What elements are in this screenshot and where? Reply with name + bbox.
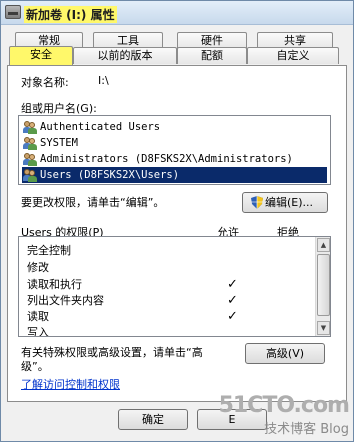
tab-previous-versions[interactable]: 以前的版本 bbox=[73, 47, 177, 64]
permission-row: 完全控制 bbox=[27, 244, 71, 257]
properties-window: 新加卷 (I:) 属性 常规 工具 硬件 共享 安全 以前的版本 配额 自定义 … bbox=[0, 0, 354, 442]
permission-row: 写入 bbox=[27, 326, 49, 337]
list-item[interactable]: SYSTEM bbox=[22, 135, 327, 151]
title-bar[interactable]: 新加卷 (I:) 属性 bbox=[1, 1, 353, 25]
allow-check: ✓ bbox=[227, 293, 238, 308]
special-permissions-hint-cont: 级”。 bbox=[21, 360, 49, 373]
change-permissions-hint: 要更改权限，请单击“编辑”。 bbox=[21, 196, 165, 209]
users-icon bbox=[23, 120, 37, 134]
learn-access-control-link[interactable]: 了解访问控制和权限 bbox=[21, 376, 120, 392]
object-name-label: 对象名称: bbox=[21, 76, 69, 89]
users-icon bbox=[23, 152, 37, 166]
tab-customize[interactable]: 自定义 bbox=[247, 47, 339, 64]
list-item-selected[interactable]: Users (D8FSKS2X\Users) bbox=[22, 167, 327, 183]
tab-quota[interactable]: 配额 bbox=[177, 47, 247, 64]
group-user-list[interactable]: Authenticated Users SYSTEM Administrator… bbox=[18, 115, 331, 185]
users-icon bbox=[23, 136, 37, 150]
scroll-up-arrow-icon[interactable]: ▲ bbox=[317, 238, 330, 252]
permissions-list[interactable]: 完全控制 修改 读取和执行 ✓ 列出文件夹内容 ✓ 读取 ✓ 写入 ▲ ▼ bbox=[18, 236, 331, 337]
advanced-button[interactable]: 高级(V) bbox=[245, 343, 325, 364]
shield-icon bbox=[251, 196, 263, 209]
edit-button[interactable]: 编辑(E)... bbox=[242, 192, 328, 213]
allow-check: ✓ bbox=[227, 277, 238, 292]
permission-row: 列出文件夹内容 ✓ bbox=[27, 293, 238, 308]
window-title: 新加卷 (I:) 属性 bbox=[24, 6, 117, 23]
cancel-button[interactable]: E bbox=[197, 409, 267, 430]
object-name-value: I:\ bbox=[98, 74, 109, 87]
group-list-label: 组或用户名(G): bbox=[21, 102, 97, 115]
scroll-thumb[interactable] bbox=[317, 254, 330, 316]
list-item[interactable]: Administrators (D8FSKS2X\Administrators) bbox=[22, 151, 327, 167]
allow-check: ✓ bbox=[227, 309, 238, 324]
permission-row: 修改 bbox=[27, 261, 49, 274]
users-icon bbox=[23, 168, 37, 182]
tab-security[interactable]: 安全 bbox=[9, 46, 73, 65]
permission-row: 读取和执行 ✓ bbox=[27, 277, 238, 292]
scroll-down-arrow-icon[interactable]: ▼ bbox=[317, 321, 330, 335]
list-item[interactable]: Authenticated Users bbox=[22, 119, 327, 135]
drive-icon bbox=[5, 5, 21, 19]
ok-button[interactable]: 确定 bbox=[118, 409, 188, 430]
permission-row: 读取 ✓ bbox=[27, 309, 238, 324]
vertical-scrollbar[interactable]: ▲ ▼ bbox=[315, 237, 330, 336]
